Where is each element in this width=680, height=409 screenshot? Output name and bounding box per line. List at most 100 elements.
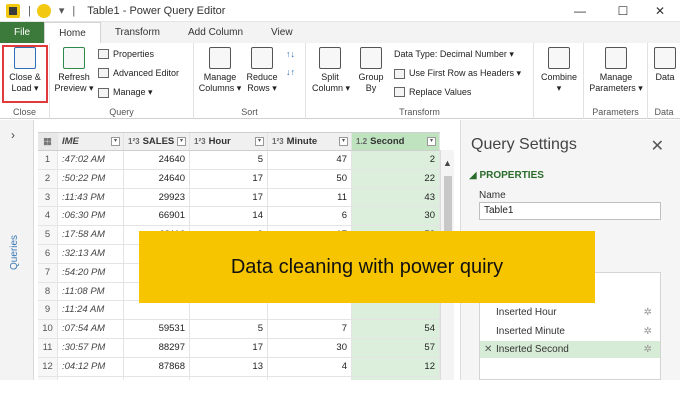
gear-icon[interactable]: ✲ [644, 341, 652, 358]
type-icon[interactable]: 1²3 [272, 137, 284, 146]
table-row[interactable]: 3:11:43 PM 29923 17 11 43 [38, 188, 440, 208]
filter-dropdown-icon[interactable]: ▾ [427, 137, 436, 146]
sort-descending-icon[interactable]: ↓↑ [286, 67, 295, 77]
close-load-button[interactable]: Close & Load ▾ [4, 47, 46, 94]
column-header-minute[interactable]: 1²3 Minute ▾ [268, 133, 352, 150]
time-cell[interactable]: :32:13 AM [58, 245, 124, 263]
minute-cell[interactable] [268, 301, 352, 320]
sales-cell[interactable]: 88297 [124, 339, 190, 357]
column-header-hour[interactable]: 1²3 Hour ▾ [190, 133, 268, 150]
minute-cell[interactable]: 47 [268, 151, 352, 169]
hour-cell[interactable]: 17 [190, 339, 268, 357]
table-menu-icon[interactable]: ▦ [38, 133, 58, 150]
table-row[interactable]: 12:04:12 PM 87868 13 4 12 [38, 357, 440, 377]
row-number[interactable]: 6 [38, 245, 58, 263]
step-inserted-second[interactable]: ✕ Inserted Second ✲ [480, 341, 660, 358]
hour-cell[interactable] [190, 301, 268, 320]
row-number[interactable]: 7 [38, 263, 58, 282]
type-icon[interactable]: 1²3 [128, 137, 140, 146]
sales-cell[interactable]: 87868 [124, 357, 190, 376]
row-number[interactable]: 12 [38, 357, 58, 376]
table-row[interactable]: 11:30:57 PM 88297 17 30 57 [38, 339, 440, 358]
combine-button[interactable]: Combine ▾ [538, 47, 580, 94]
type-icon[interactable]: 1²3 [194, 137, 206, 146]
second-cell[interactable]: 12 [352, 357, 440, 376]
sales-cell[interactable] [124, 301, 190, 320]
sales-cell[interactable]: 24640 [124, 151, 190, 169]
hour-cell[interactable]: 17 [190, 169, 268, 188]
tab-home[interactable]: Home [44, 22, 101, 43]
expand-chevron-icon[interactable]: › [11, 128, 15, 142]
column-header-sales[interactable]: 1²3 SALES ▾ [124, 133, 190, 150]
quick-access-dropdown-icon[interactable]: ▾ [59, 4, 65, 17]
minute-cell[interactable]: 4 [268, 357, 352, 376]
row-number[interactable]: 10 [38, 320, 58, 338]
row-number[interactable]: 9 [38, 301, 58, 320]
time-cell[interactable]: :07:54 AM [58, 320, 124, 338]
refresh-preview-button[interactable]: Refresh Preview ▾ [54, 47, 94, 94]
step-inserted-minute[interactable]: Inserted Minute ✲ [480, 323, 660, 340]
hour-cell[interactable]: 17 [190, 188, 268, 207]
type-icon[interactable]: 1.2 [356, 137, 367, 146]
data-type-dropdown[interactable]: Data Type: Decimal Number ▾ [394, 49, 514, 60]
smiley-feedback-icon[interactable] [36, 3, 51, 18]
minute-cell[interactable]: 30 [268, 339, 352, 357]
row-number[interactable]: 1 [38, 151, 58, 169]
delete-step-icon[interactable]: ✕ [484, 341, 492, 358]
split-column-button[interactable]: Split Column ▾ [312, 47, 350, 94]
time-cell[interactable]: :47:02 AM [58, 151, 124, 169]
hour-cell[interactable]: 5 [190, 151, 268, 169]
column-header-time[interactable]: IME ▾ [58, 133, 124, 150]
table-row[interactable]: 10:07:54 AM 59531 5 7 54 [38, 320, 440, 339]
table-row[interactable]: 2:50:22 PM 24640 17 50 22 [38, 169, 440, 189]
close-window-button[interactable]: ✕ [640, 0, 680, 22]
hour-cell[interactable]: 13 [190, 357, 268, 376]
second-cell[interactable]: 57 [352, 339, 440, 357]
row-number[interactable]: 5 [38, 226, 58, 244]
scroll-up-icon[interactable]: ▲ [443, 158, 452, 168]
table-row[interactable]: 9:11:24 AM [38, 301, 440, 321]
tab-file[interactable]: File [0, 22, 45, 43]
step-inserted-hour[interactable]: Inserted Hour ✲ [480, 304, 660, 321]
hour-cell[interactable]: 5 [190, 320, 268, 338]
group-by-button[interactable]: Group By [354, 47, 388, 94]
gear-icon[interactable]: ✲ [644, 304, 652, 321]
row-number[interactable]: 8 [38, 282, 58, 301]
minute-cell[interactable]: 50 [268, 169, 352, 188]
time-cell[interactable]: :50:22 PM [58, 169, 124, 188]
hour-cell[interactable]: 14 [190, 207, 268, 226]
second-cell[interactable]: 43 [352, 188, 440, 207]
second-cell[interactable]: 22 [352, 169, 440, 188]
filter-dropdown-icon[interactable]: ▾ [339, 137, 348, 146]
gear-icon[interactable]: ✲ [644, 323, 652, 340]
reduce-rows-button[interactable]: Reduce Rows ▾ [244, 47, 280, 94]
minute-cell[interactable]: 11 [268, 188, 352, 207]
close-settings-icon[interactable]: ✕ [651, 136, 664, 156]
sort-ascending-icon[interactable]: ↑↓ [286, 49, 295, 59]
time-cell[interactable]: :11:08 PM [58, 282, 124, 301]
second-cell[interactable]: 2 [352, 151, 440, 169]
data-source-button[interactable]: Data [650, 47, 680, 83]
manage-columns-button[interactable]: Manage Columns ▾ [198, 47, 242, 94]
advanced-editor-button[interactable]: Advanced Editor [98, 68, 179, 78]
sales-cell[interactable]: 29923 [124, 188, 190, 207]
minute-cell[interactable]: 7 [268, 320, 352, 338]
row-number[interactable]: 2 [38, 169, 58, 188]
second-cell[interactable]: 54 [352, 320, 440, 338]
filter-dropdown-icon[interactable]: ▾ [255, 137, 264, 146]
table-row[interactable]: 1:47:02 AM 24640 5 47 2 [38, 151, 440, 170]
filter-dropdown-icon[interactable]: ▾ [111, 137, 120, 146]
sales-cell[interactable]: 59531 [124, 320, 190, 338]
time-cell[interactable]: :11:43 PM [58, 188, 124, 207]
queries-label[interactable]: Queries [9, 235, 20, 270]
tab-view[interactable]: View [257, 22, 307, 43]
maximize-button[interactable]: ☐ [603, 0, 643, 22]
time-cell[interactable]: :06:30 PM [58, 207, 124, 226]
tab-add-column[interactable]: Add Column [174, 22, 257, 43]
manage-button[interactable]: Manage ▾ [98, 87, 153, 98]
tab-transform[interactable]: Transform [101, 22, 174, 43]
time-cell[interactable]: :11:24 AM [58, 301, 124, 320]
time-cell[interactable]: :54:20 PM [58, 263, 124, 282]
filter-dropdown-icon[interactable]: ▾ [177, 137, 186, 146]
replace-values-button[interactable]: Replace Values [394, 87, 471, 97]
